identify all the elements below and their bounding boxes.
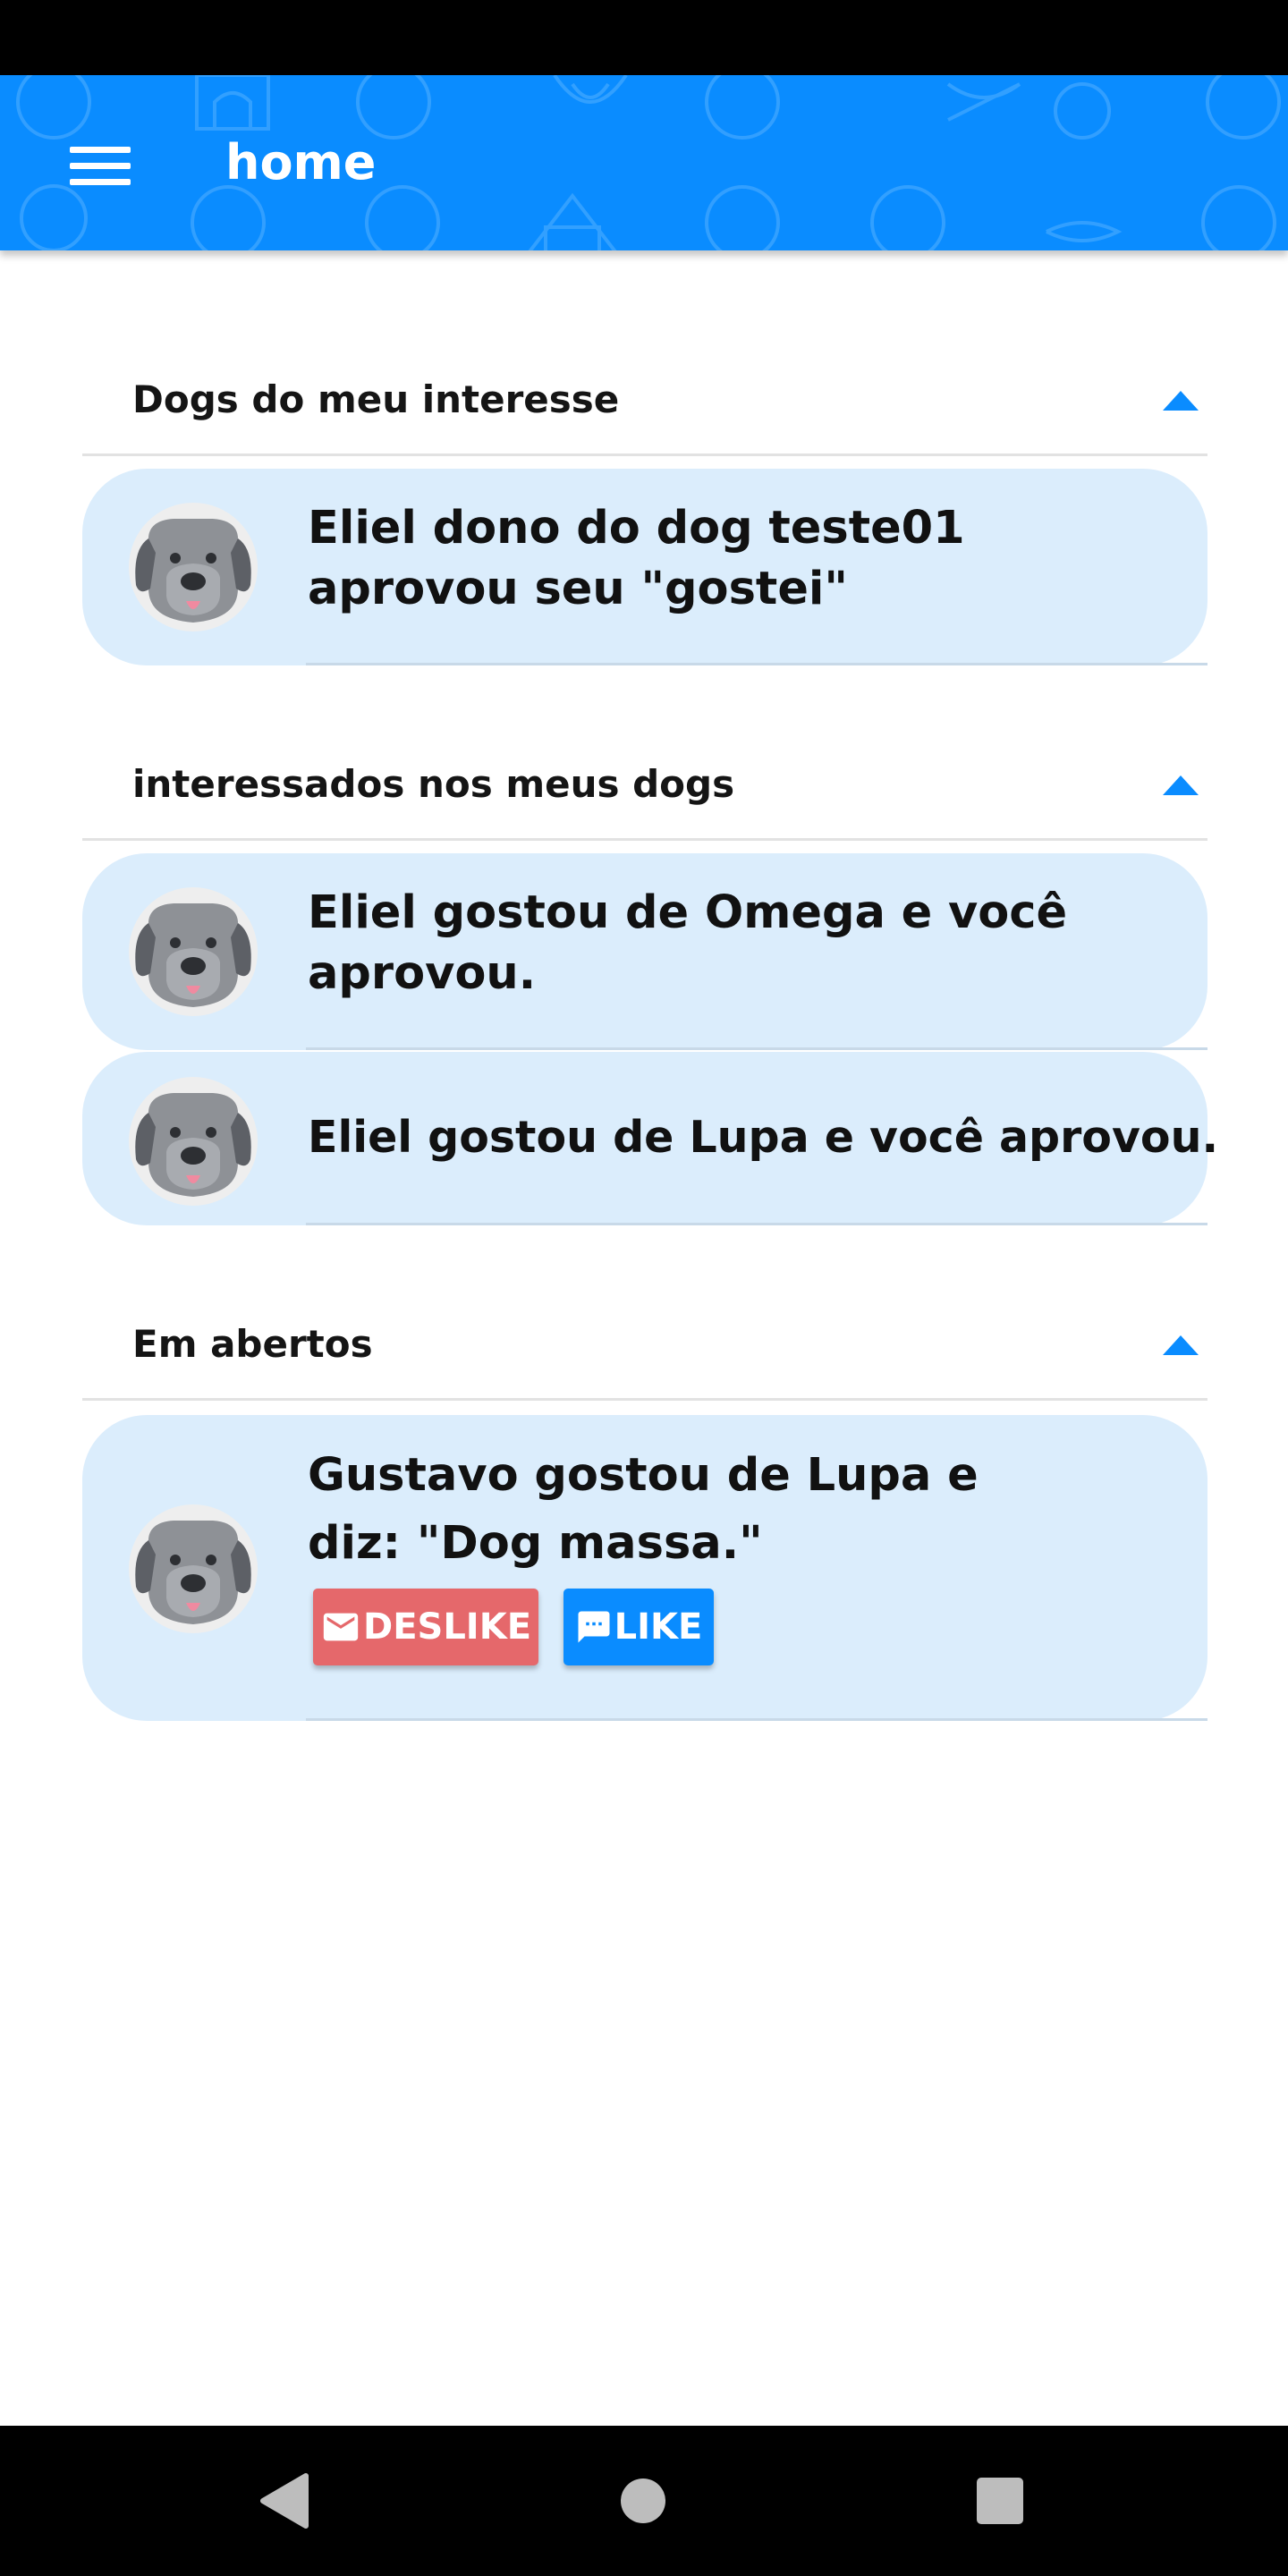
like-button[interactable]: LIKE: [564, 1589, 714, 1665]
section-header-dogs-do-meu-interesse[interactable]: Dogs do meu interesse: [82, 343, 1208, 456]
recents-square-icon: [977, 2478, 1023, 2524]
notification-text: Eliel gostou de Lupa e você aprovou.: [308, 1112, 1219, 1163]
system-navigation-bar: [0, 2426, 1288, 2576]
caret-up-icon[interactable]: [1154, 374, 1208, 428]
dog-avatar-icon: [129, 1077, 258, 1206]
section-header-em-abertos[interactable]: Em abertos: [82, 1288, 1208, 1401]
menu-button[interactable]: [54, 125, 147, 218]
section-title: Em abertos: [132, 1322, 373, 1366]
dog-avatar-icon: [129, 887, 258, 1016]
dog-avatar-icon: [129, 1504, 258, 1633]
list-item[interactable]: Eliel gostou de Omega e você aprovou.: [82, 853, 1208, 1050]
mail-icon: [323, 1613, 359, 1641]
caret-up-icon[interactable]: [1154, 1318, 1208, 1372]
app-bar: home: [0, 75, 1288, 250]
dog-avatar-icon: [129, 503, 258, 631]
section-header-interessados-nos-meus-dogs[interactable]: interessados nos meus dogs: [82, 728, 1208, 841]
list-item[interactable]: Eliel gostou de Lupa e você aprovou.: [82, 1052, 1219, 1225]
back-button[interactable]: [249, 2465, 320, 2537]
status-bar: [0, 0, 1288, 75]
back-triangle-icon: [260, 2473, 309, 2529]
section-title: interessados nos meus dogs: [132, 762, 735, 806]
notification-text: Eliel gostou de Omega e você aprovou.: [308, 886, 1068, 1000]
deslike-label: DESLIKE: [362, 1606, 532, 1648]
like-label: LIKE: [614, 1606, 703, 1648]
message-icon: [578, 1611, 610, 1643]
deslike-button[interactable]: DESLIKE: [313, 1589, 538, 1665]
section-title: Dogs do meu interesse: [132, 377, 620, 421]
home-circle-icon: [621, 2479, 665, 2523]
list-item[interactable]: Eliel dono do dog teste01 aprovou seu "g…: [82, 469, 1208, 665]
recents-button[interactable]: [964, 2465, 1036, 2537]
home-button[interactable]: [607, 2465, 679, 2537]
list-item[interactable]: Gustavo gostou de Lupa e diz: "Dog massa…: [82, 1415, 1208, 1721]
page-title: home: [225, 134, 377, 191]
caret-up-icon[interactable]: [1154, 758, 1208, 812]
notification-text: Eliel dono do dog teste01 aprovou seu "g…: [308, 502, 965, 615]
notification-text: Gustavo gostou de Lupa e diz: "Dog massa…: [308, 1449, 979, 1570]
pet-pattern-background: [16, 75, 1281, 250]
